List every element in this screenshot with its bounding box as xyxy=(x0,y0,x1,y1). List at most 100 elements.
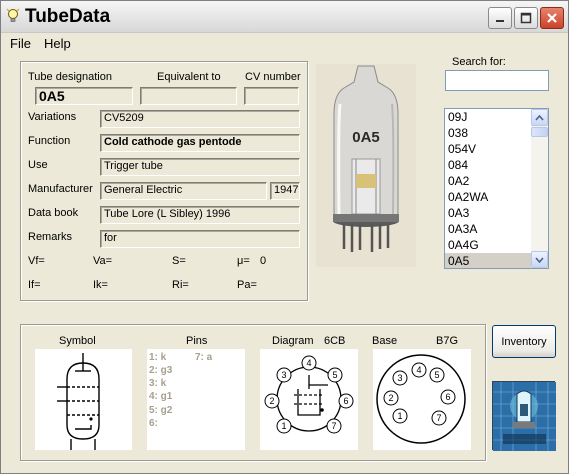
tube-list-item[interactable]: 0A4G xyxy=(445,237,531,253)
param-mu-value: 0 xyxy=(260,255,267,267)
equivalent-field[interactable] xyxy=(140,87,237,105)
year-field[interactable]: 1947 xyxy=(270,182,300,200)
menu-help[interactable]: Help xyxy=(44,36,71,51)
svg-text:4: 4 xyxy=(306,358,311,368)
scroll-up-button[interactable] xyxy=(531,109,548,126)
remarks-label: Remarks xyxy=(28,231,73,243)
pin-5: 5: g2 xyxy=(149,405,173,416)
use-field[interactable]: Trigger tube xyxy=(100,158,300,176)
base-pin-2: 2 xyxy=(383,390,399,406)
base-diagram: 1 2 3 4 5 6 7 xyxy=(373,349,471,450)
remarks-field[interactable]: for xyxy=(100,230,300,248)
databook-label: Data book xyxy=(28,207,79,219)
pins-label: Pins xyxy=(186,335,208,347)
base-pin-5: 5 xyxy=(429,367,445,383)
list-scrollbar[interactable] xyxy=(531,109,548,268)
tube-list-item[interactable]: 0A2WA xyxy=(445,189,531,205)
variations-field[interactable]: CV5209 xyxy=(100,110,300,128)
tube-list-item[interactable]: 084 xyxy=(445,157,531,173)
scroll-thumb[interactable] xyxy=(531,127,548,137)
window-title: TubeData xyxy=(25,6,111,27)
function-field[interactable]: Cold cathode gas pentode xyxy=(100,134,300,152)
tube-list-item[interactable]: 054V xyxy=(445,141,531,157)
symbol-label: Symbol xyxy=(59,335,96,347)
svg-text:1: 1 xyxy=(397,411,402,421)
param-ri: Ri= xyxy=(172,279,189,291)
base-code: B7G xyxy=(436,335,459,347)
tube-designation-field[interactable]: 0A5 xyxy=(35,87,133,105)
inventory-button[interactable]: Inventory xyxy=(492,325,556,358)
cv-number-field[interactable] xyxy=(244,87,299,105)
tube-list[interactable]: 09J 038 054V 084 0A2 0A2WA 0A3 0A3A 0A4G 0A5 xyxy=(444,108,549,269)
tube-image: 0A5 xyxy=(316,64,416,267)
tube-photo: 0A5 xyxy=(316,64,416,267)
diagram-pin-1: 1 xyxy=(276,418,292,434)
function-label: Function xyxy=(28,135,71,147)
svg-text:2: 2 xyxy=(388,393,393,403)
manufacturer-label: Manufacturer xyxy=(28,183,93,195)
search-input[interactable] xyxy=(445,70,549,91)
connection-diagram: 1 2 3 4 5 6 7 xyxy=(260,349,358,450)
pins-box: 1: k 7: a 2: g3 3: k 4: g1 5: g2 6: xyxy=(147,349,245,450)
diagram-code: 6CB xyxy=(324,335,346,347)
variations-label: Variations xyxy=(28,111,77,123)
manufacturer-field[interactable]: General Electric xyxy=(100,182,267,200)
pin-6: 6: xyxy=(149,418,158,429)
logo-tube-icon xyxy=(493,382,556,451)
tube-marking: 0A5 xyxy=(352,129,380,146)
base-pin-1: 1 xyxy=(392,408,408,424)
svg-text:2: 2 xyxy=(269,396,274,406)
use-label: Use xyxy=(28,159,48,171)
param-pa: Pa= xyxy=(237,279,257,291)
tube-list-item[interactable]: 09J xyxy=(445,109,531,125)
diagram-label: Diagram xyxy=(272,335,314,347)
svg-text:6: 6 xyxy=(445,392,450,402)
base-pin-3: 3 xyxy=(392,370,408,386)
param-ik: Ik= xyxy=(93,279,108,291)
tube-list-item[interactable]: 038 xyxy=(445,125,531,141)
svg-text:3: 3 xyxy=(397,373,402,383)
menu-file[interactable]: File xyxy=(10,36,31,51)
base-pin-6: 6 xyxy=(440,389,456,405)
scroll-down-button[interactable] xyxy=(531,251,548,268)
scroll-down-icon xyxy=(535,256,544,263)
tube-symbol xyxy=(35,349,132,450)
cv-number-label: CV number xyxy=(245,71,301,83)
equivalent-label: Equivalent to xyxy=(157,71,221,83)
diagram-pin-7: 7 xyxy=(326,418,342,434)
pin-1: 1: k xyxy=(149,352,167,363)
svg-text:4: 4 xyxy=(416,365,421,375)
param-if: If= xyxy=(28,279,41,291)
maximize-button[interactable] xyxy=(514,7,538,29)
diagram-pin-5: 5 xyxy=(327,367,343,383)
diagram-pin-6: 6 xyxy=(338,393,354,409)
svg-text:7: 7 xyxy=(331,421,336,431)
scroll-up-icon xyxy=(535,114,544,121)
base-pin-4: 4 xyxy=(411,362,427,378)
databook-field[interactable]: Tube Lore (L Sibley) 1996 xyxy=(100,206,300,224)
tube-list-item[interactable]: 0A3A xyxy=(445,221,531,237)
base-svg: 1 2 3 4 5 6 7 xyxy=(376,354,466,444)
close-icon xyxy=(547,13,557,23)
pentode-symbol-icon xyxy=(57,353,100,450)
diagram-pin-3: 3 xyxy=(276,367,292,383)
svg-text:5: 5 xyxy=(332,370,337,380)
tube-list-item[interactable]: 0A3 xyxy=(445,205,531,221)
diagram-svg: 1 2 3 4 5 6 7 xyxy=(264,355,354,434)
tube-list-item[interactable]: 0A5 xyxy=(445,253,531,268)
menu-bar: File Help xyxy=(1,34,568,54)
maximize-icon xyxy=(520,12,532,24)
base-label: Base xyxy=(372,335,398,347)
title-bar[interactable]: TubeData xyxy=(1,1,568,33)
diagram-pin-2: 2 xyxy=(264,393,280,409)
param-vf: Vf= xyxy=(28,255,45,267)
tube-list-item[interactable]: 0A2 xyxy=(445,173,531,189)
tubedata-logo xyxy=(492,381,556,451)
search-label: Search for: xyxy=(452,56,506,68)
minimize-button[interactable] xyxy=(488,7,512,29)
base-pin-7: 7 xyxy=(431,410,447,426)
close-button[interactable] xyxy=(540,7,564,29)
lightbulb-icon xyxy=(6,8,20,22)
svg-text:3: 3 xyxy=(281,370,286,380)
param-va: Va= xyxy=(93,255,113,267)
